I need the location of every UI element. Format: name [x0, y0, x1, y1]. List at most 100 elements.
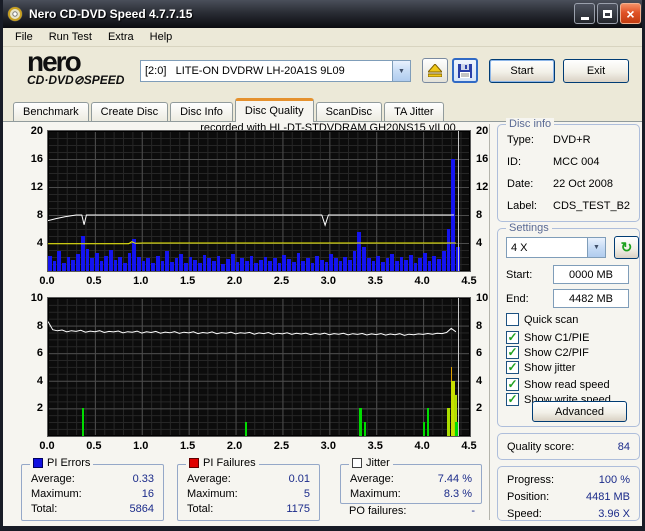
title-bar[interactable]: Nero CD-DVD Speed 4.7.7.15 × [3, 0, 642, 28]
window-controls: × [574, 3, 641, 24]
stat-box-jitter: Jitter Average: 7.44 % Maximum: 8.3 % [340, 457, 482, 504]
checkbox-row-show-c2-pif: ✓ Show C2/PIF [506, 346, 589, 359]
pi-errors-legend-swatch [33, 458, 43, 468]
menu-item-file[interactable]: File [7, 29, 41, 45]
menu-item-run-test[interactable]: Run Test [41, 29, 100, 45]
tab-scandisc[interactable]: ScanDisc [315, 102, 383, 122]
x-axis-tick: 4.5 [461, 275, 477, 287]
check-icon: ✓ [507, 329, 518, 344]
x-axis-tick: 2.0 [226, 275, 243, 287]
tab-benchmark[interactable]: Benchmark [13, 102, 89, 122]
progress-value: 3.96 X [598, 508, 630, 520]
line-read-speed [48, 214, 455, 227]
stat-row-average-: Average: 7.44 % [350, 473, 472, 485]
checkbox-show-jitter[interactable]: ✓ [506, 361, 519, 374]
checkbox-row-show-c1-pie: ✓ Show C1/PIE [506, 331, 589, 344]
menu-bar: File Run Test Extra Help [3, 28, 642, 47]
stat-row-maximum-: Maximum: 5 [187, 488, 310, 500]
disc-info-row: Label: CDS_TEST_B2 [507, 200, 630, 212]
check-icon: ✓ [507, 391, 518, 406]
eject-icon [428, 64, 442, 77]
stat-row-average-: Average: 0.01 [187, 473, 310, 485]
jitter-legend-swatch [352, 458, 362, 468]
checkbox-row-quick-scan: Quick scan [506, 313, 578, 326]
stat-box-title-text: PI Failures [203, 457, 256, 469]
x-axis-tick: 0.0 [39, 275, 55, 287]
stat-label: Maximum: [350, 488, 401, 500]
x-axis-tick: 1.0 [133, 440, 149, 452]
disc-info-label: ID: [507, 156, 522, 168]
pi-failures-jitter-chart [47, 297, 471, 437]
advanced-button[interactable]: Advanced [532, 401, 627, 422]
stat-label: Total: [31, 503, 58, 515]
exit-button[interactable]: Exit [563, 59, 629, 83]
refresh-icon: ↻ [620, 239, 633, 255]
line-jitter [48, 321, 457, 336]
checkbox-show-c1-pie[interactable]: ✓ [506, 331, 519, 344]
y-axis-tick: 12 [476, 181, 489, 193]
end-cursor [457, 131, 459, 271]
menu-item-help[interactable]: Help [142, 29, 181, 45]
checkbox-show-read-speed[interactable]: ✓ [506, 378, 519, 391]
refresh-button[interactable]: ↻ [614, 236, 639, 259]
start-field[interactable] [553, 265, 629, 284]
po-failures-label: PO failures: [349, 505, 407, 517]
stat-box-title-text: PI Errors [47, 457, 91, 469]
stat-row-maximum-: Maximum: 8.3 % [350, 488, 472, 500]
close-button[interactable]: × [620, 3, 641, 24]
stat-value: 8.3 % [443, 488, 472, 500]
menu-item-extra[interactable]: Extra [100, 29, 142, 45]
disc-info-label: Label: [507, 200, 537, 212]
progress-row-speed-: Speed: 3.96 X [507, 508, 630, 520]
save-button[interactable] [452, 58, 478, 83]
speed-selector-value: 4 X [511, 241, 528, 254]
x-axis-tick: 1.0 [133, 275, 149, 287]
tab-disc-quality[interactable]: Disc Quality [234, 98, 314, 122]
application-window: Nero CD-DVD Speed 4.7.7.15 × File Run Tes… [0, 0, 645, 531]
tab-disc-info[interactable]: Disc Info [170, 102, 233, 122]
progress-value: 100 % [598, 474, 630, 486]
checkbox-quick-scan[interactable] [506, 313, 519, 326]
eject-button[interactable] [422, 58, 448, 83]
nero-logo: nero CD·DVD⊘SPEED [27, 48, 124, 87]
x-axis-tick: 3.0 [320, 275, 336, 287]
y-axis-tick: 8 [476, 209, 483, 221]
chevron-down-icon[interactable]: ▼ [587, 238, 605, 257]
start-field-label: Start: [506, 269, 533, 281]
line-write-speed [48, 241, 456, 245]
y-axis-tick: 4 [476, 237, 483, 249]
y-axis-tick: 6 [476, 347, 483, 360]
tab-ta-jitter[interactable]: TA Jitter [384, 102, 444, 122]
start-button[interactable]: Start [489, 59, 555, 83]
toolbar: nero CD·DVD⊘SPEED [2:0] LITE-ON DVDRW LH… [3, 47, 642, 99]
disc-info-label: Type: [507, 134, 534, 146]
stat-row-total-: Total: 5864 [31, 503, 154, 515]
pi-errors-chart [47, 130, 471, 272]
y-axis-tick: 6 [36, 347, 43, 360]
stat-box-pi-failures: PI Failures Average: 0.01 Maximum: 5 Total: 11… [177, 457, 320, 521]
speed-selector[interactable]: 4 X ▼ [506, 237, 606, 258]
x-axis-tick: 1.5 [180, 275, 196, 287]
stat-label: Average: [187, 473, 231, 485]
maximize-button[interactable] [597, 3, 618, 24]
stat-row-total-: Total: 1175 [187, 503, 310, 515]
y-axis-tick: 4 [36, 237, 43, 249]
check-icon: ✓ [507, 359, 518, 374]
x-axis-tick: 0.5 [86, 275, 102, 287]
checkbox-label: Show jitter [524, 361, 576, 374]
checkbox-show-c2-pif[interactable]: ✓ [506, 346, 519, 359]
y-axis-tick: 8 [36, 319, 43, 332]
checkbox-label: Quick scan [524, 313, 579, 326]
disc-info-row: ID: MCC 004 [507, 156, 630, 168]
stat-label: Total: [187, 503, 214, 515]
minimize-button[interactable] [574, 3, 595, 24]
y-axis-tick: 2 [36, 402, 43, 415]
checkbox-show-write-speed[interactable]: ✓ [506, 393, 519, 406]
drive-selector[interactable]: [2:0] LITE-ON DVDRW LH-20A1S 9L09 ▼ [140, 60, 411, 82]
tab-create-disc[interactable]: Create Disc [90, 102, 169, 122]
end-field[interactable] [553, 289, 629, 308]
disc-info-panel: Disc info Type: DVD+R ID: MCC 004 Date: 22 Oc… [497, 118, 640, 222]
check-icon: ✓ [507, 376, 518, 391]
chevron-down-icon[interactable]: ▼ [392, 61, 410, 81]
disc-info-label: Date: [507, 178, 534, 190]
